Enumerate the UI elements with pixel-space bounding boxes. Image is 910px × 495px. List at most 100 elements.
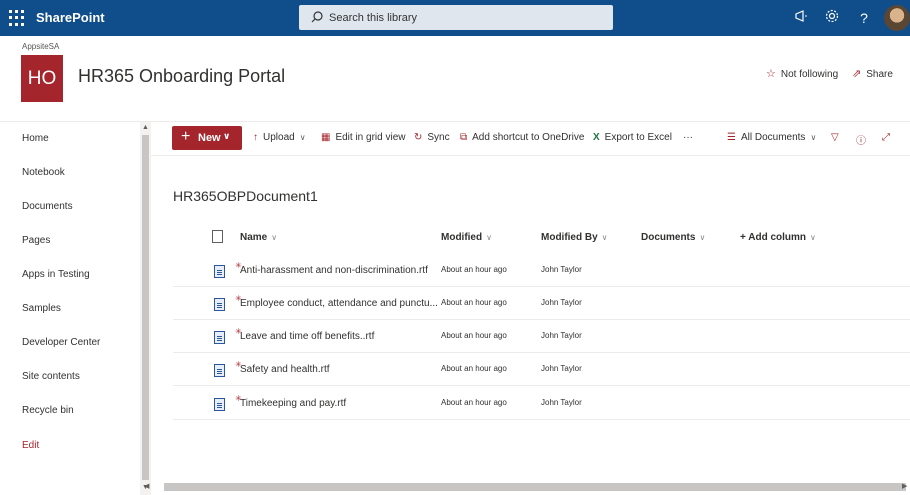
upload-button[interactable]: ↑ Upload ∨ bbox=[253, 132, 306, 143]
chevron-down-icon: ∨ bbox=[601, 233, 608, 242]
nav-item-home[interactable]: Home bbox=[22, 133, 49, 144]
nav-item-recycle-bin[interactable]: Recycle bin bbox=[22, 405, 74, 416]
nav-item-notebook[interactable]: Notebook bbox=[22, 167, 65, 178]
excel-icon: X bbox=[593, 132, 600, 143]
nav-item-developer-center[interactable]: Developer Center bbox=[22, 337, 100, 348]
nav-item-pages[interactable]: Pages bbox=[22, 235, 50, 246]
document-icon bbox=[214, 265, 225, 278]
suite-bar: SharePoint Search this library ? bbox=[0, 0, 910, 36]
filter-icon[interactable]: ▽ bbox=[831, 132, 844, 143]
chevron-down-icon: ∨ bbox=[486, 233, 492, 242]
modified-by[interactable]: John Taylor bbox=[541, 331, 582, 340]
add-shortcut-button[interactable]: ⧉ Add shortcut to OneDrive bbox=[460, 132, 584, 143]
horizontal-scrollbar[interactable]: ◀ ▶ bbox=[140, 480, 910, 495]
nav-item-apps-in-testing[interactable]: Apps in Testing bbox=[22, 269, 90, 280]
modified-date: About an hour ago bbox=[441, 265, 507, 274]
column-name-label: Name bbox=[240, 232, 268, 243]
table-row[interactable]: ✳ Timekeeping and pay.rtf About an hour … bbox=[173, 387, 910, 420]
vertical-scrollbar[interactable]: ▲ ▼ bbox=[140, 122, 151, 495]
scroll-right-icon[interactable]: ▶ bbox=[902, 482, 907, 490]
site-title[interactable]: HR365 Onboarding Portal bbox=[78, 66, 285, 87]
share-button[interactable]: ⇗ Share bbox=[852, 67, 893, 80]
column-modified-by-label: Modified By bbox=[541, 232, 598, 243]
app-name[interactable]: SharePoint bbox=[36, 10, 105, 25]
modified-by[interactable]: John Taylor bbox=[541, 398, 582, 407]
modified-date: About an hour ago bbox=[441, 364, 507, 373]
column-header-name[interactable]: Name ∨ bbox=[240, 232, 277, 243]
sync-label: Sync bbox=[427, 132, 450, 143]
document-icon bbox=[214, 298, 225, 311]
modified-by[interactable]: John Taylor bbox=[541, 265, 582, 274]
nav-edit-link[interactable]: Edit bbox=[22, 440, 39, 451]
nav-item-site-contents[interactable]: Site contents bbox=[22, 371, 80, 382]
help-icon[interactable]: ? bbox=[855, 9, 873, 27]
modified-by[interactable]: John Taylor bbox=[541, 298, 582, 307]
gear-icon[interactable] bbox=[823, 9, 841, 27]
new-label: New bbox=[198, 132, 221, 144]
chevron-down-icon: ∨ bbox=[810, 133, 817, 142]
file-type-header-icon[interactable] bbox=[212, 230, 223, 243]
view-selector[interactable]: ☰ All Documents ∨ bbox=[727, 132, 816, 143]
info-icon[interactable]: ⓘ bbox=[856, 132, 871, 147]
app-launcher-icon[interactable] bbox=[4, 6, 28, 30]
list-icon: ☰ bbox=[727, 132, 736, 143]
table-row[interactable]: ✳ Anti-harassment and non-discrimination… bbox=[173, 254, 910, 287]
follow-label: Not following bbox=[780, 69, 839, 80]
shortcut-label: Add shortcut to OneDrive bbox=[472, 132, 585, 143]
share-icon: ⇗ bbox=[852, 68, 862, 80]
edit-grid-button[interactable]: ▦ Edit in grid view bbox=[321, 132, 405, 143]
scroll-left-icon[interactable]: ◀ bbox=[144, 482, 149, 490]
export-excel-button[interactable]: X Export to Excel bbox=[593, 132, 672, 143]
site-logo[interactable]: HO bbox=[21, 55, 63, 102]
table-row[interactable]: ✳ Employee conduct, attendance and punct… bbox=[173, 287, 910, 320]
column-documents-label: Documents bbox=[641, 232, 696, 243]
chevron-down-icon: ∨ bbox=[699, 233, 706, 242]
column-header-modified[interactable]: Modified ∨ bbox=[441, 232, 492, 243]
chevron-down-icon: ∨ bbox=[299, 133, 306, 142]
expand-icon[interactable]: ⤢ bbox=[882, 132, 895, 143]
nav-item-documents[interactable]: Documents bbox=[22, 201, 73, 212]
new-button[interactable]: + New ∨ bbox=[172, 126, 242, 150]
upload-label: Upload bbox=[263, 132, 295, 143]
scroll-thumb[interactable] bbox=[164, 483, 906, 491]
modified-by[interactable]: John Taylor bbox=[541, 364, 582, 373]
sync-icon: ↻ bbox=[414, 132, 423, 143]
share-label: Share bbox=[866, 69, 893, 80]
view-label: All Documents bbox=[740, 132, 806, 143]
search-box[interactable]: Search this library bbox=[299, 5, 613, 30]
document-icon bbox=[214, 398, 225, 411]
avatar[interactable] bbox=[884, 5, 910, 31]
sync-button[interactable]: ↻ Sync bbox=[414, 132, 450, 143]
column-header-documents[interactable]: Documents ∨ bbox=[641, 232, 705, 243]
table-row[interactable]: ✳ Safety and health.rtf About an hour ag… bbox=[173, 353, 910, 386]
file-name[interactable]: Safety and health.rtf bbox=[240, 364, 330, 375]
excel-label: Export to Excel bbox=[604, 132, 672, 143]
add-column-label: + Add column bbox=[740, 232, 807, 243]
column-header-modified-by[interactable]: Modified By ∨ bbox=[541, 232, 608, 243]
upload-icon: ↑ bbox=[253, 132, 258, 143]
command-bar: + New ∨ ↑ Upload ∨ ▦ Edit in grid view ↻ Syn… bbox=[151, 122, 910, 156]
chevron-down-icon: ∨ bbox=[271, 233, 278, 242]
grid-icon: ▦ bbox=[321, 132, 331, 143]
plus-icon: + bbox=[181, 128, 191, 145]
file-name[interactable]: Anti-harassment and non-discrimination.r… bbox=[240, 265, 428, 276]
add-column-button[interactable]: + Add column ∨ bbox=[740, 232, 816, 243]
table-row[interactable]: ✳ Leave and time off benefits..rtf About… bbox=[173, 320, 910, 353]
file-name[interactable]: Timekeeping and pay.rtf bbox=[240, 398, 346, 409]
follow-button[interactable]: ☆ Not following bbox=[766, 67, 838, 80]
library-title: HR365OBPDocument1 bbox=[173, 188, 318, 204]
modified-date: About an hour ago bbox=[441, 398, 507, 407]
scroll-up-icon[interactable]: ▲ bbox=[142, 124, 149, 131]
megaphone-icon[interactable] bbox=[792, 9, 810, 27]
scroll-thumb[interactable] bbox=[142, 135, 149, 480]
hub-site-name[interactable]: AppsiteSA bbox=[22, 42, 59, 51]
document-icon bbox=[214, 364, 225, 377]
file-name[interactable]: Employee conduct, attendance and punctu.… bbox=[240, 298, 438, 309]
more-commands-icon[interactable]: ··· bbox=[683, 132, 693, 143]
file-name[interactable]: Leave and time off benefits..rtf bbox=[240, 331, 374, 342]
shortcut-icon: ⧉ bbox=[460, 132, 468, 143]
modified-date: About an hour ago bbox=[441, 331, 507, 340]
left-navigation: Home Notebook Documents Pages Apps in Te… bbox=[0, 122, 140, 495]
search-icon bbox=[311, 11, 323, 23]
nav-item-samples[interactable]: Samples bbox=[22, 303, 61, 314]
